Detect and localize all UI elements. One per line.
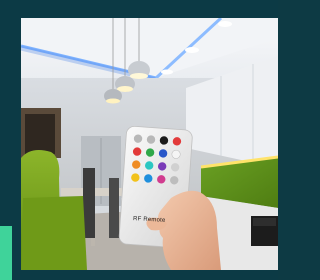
product-photo: RF Remote	[21, 18, 278, 270]
pendant-lamp-icon	[115, 76, 135, 92]
pendant-lamp-icon	[104, 89, 122, 104]
recessed-light-icon	[185, 47, 199, 53]
recessed-light-icon	[218, 21, 232, 27]
recessed-light-icon	[161, 69, 173, 75]
accent-bar	[0, 226, 12, 280]
kitchen-scene	[21, 18, 278, 270]
sofa-seat	[21, 196, 87, 270]
chair	[109, 178, 119, 238]
pendant-lamp-icon	[128, 61, 150, 79]
chair	[83, 168, 95, 238]
